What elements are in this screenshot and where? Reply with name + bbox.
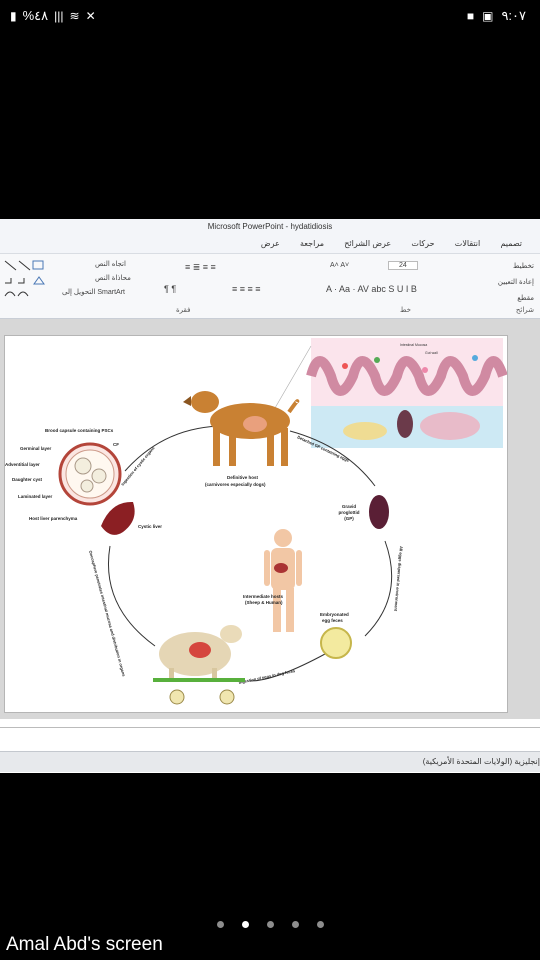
page-dot-2[interactable] — [241, 921, 249, 928]
page-dot-3[interactable] — [266, 921, 274, 928]
layout-button[interactable]: تخطيط — [513, 262, 534, 270]
human-intermediate-host-illustration — [264, 529, 302, 632]
tab-review[interactable]: مراجعة — [300, 235, 324, 253]
hydatid-cyst-illustration — [58, 442, 122, 506]
tab-design[interactable]: تصميم — [500, 235, 522, 253]
page-dot-4[interactable] — [291, 921, 299, 928]
host-liver-label: Host liver parenchyma — [29, 516, 78, 521]
brood-capsule-label: Brood capsule containing PSCs — [45, 428, 114, 433]
image-icon: ▣ — [482, 9, 494, 23]
intermediate-hosts-label: Intermediate hosts — [243, 594, 284, 599]
section-button[interactable]: مقطع — [517, 294, 534, 302]
font-format-buttons[interactable]: A · Aa · AV abc S U I B — [326, 284, 417, 294]
daughter-cyst-label: Daughter cyst — [12, 477, 43, 482]
egg-icon-1 — [169, 689, 185, 705]
hydatidosis-life-cycle-diagram: Intestinal Mucosa Gut wall Brood capsule… — [5, 338, 508, 705]
intestinal-mucosa-inset: Intestinal Mucosa Gut wall — [306, 338, 508, 448]
language-status: إنجليزية (الولايات المتحدة الأمريكية) — [0, 751, 540, 772]
gravid-label-1: Gravid — [342, 504, 357, 509]
align-buttons[interactable]: ≡ ≡ ≡ ≡ — [232, 284, 261, 294]
tab-slideshow[interactable]: عرض الشرائح — [344, 235, 391, 253]
cystic-liver-label: Cystic liver — [138, 524, 162, 529]
gravid-label-2: proglottid — [339, 510, 360, 515]
germinal-layer-label: Germinal layer — [20, 446, 52, 451]
screen-share-caption: Amal Abd's screen — [6, 934, 163, 955]
gut-wall-label: Gut wall — [425, 351, 438, 355]
paragraph-group-label: فقرة — [176, 307, 191, 314]
gravid-label-3: (GP) — [344, 516, 354, 521]
embryonated-egg-illustration — [320, 627, 352, 659]
wifi-icon: ≋ — [69, 9, 80, 23]
embryonated-label-1: Embryonated — [320, 612, 349, 617]
page-dot-5[interactable] — [316, 921, 324, 928]
page-dot-1[interactable] — [216, 921, 224, 928]
battery-percentage: %٤٨ — [22, 8, 49, 23]
rtl-buttons[interactable]: ¶ ¶ — [164, 284, 176, 294]
status-bar: ▮ %٤٨ ||| ≋ ✕ ■ ▣ ٩:٠٧ — [0, 0, 540, 34]
window-title: Microsoft PowerPoint - hydatidiosis — [0, 219, 540, 235]
adventitial-layer-label: Adventitial layer — [5, 462, 40, 467]
oncosphere-label: Oncosphere penetrates intestinal mucosa … — [88, 550, 127, 678]
text-direction-button[interactable]: اتجاه النص — [95, 260, 126, 268]
cystic-liver-illustration — [101, 501, 135, 535]
page-indicator — [0, 921, 540, 928]
ribbon: تخطيط إعادة التعيين مقطع شرائح A˄ A˅ 24 … — [0, 253, 540, 319]
egg-icon-2 — [219, 689, 235, 705]
intermediate-hosts-sub-label: (Sheep & Human) — [245, 600, 283, 605]
tab-view[interactable]: عرض — [261, 235, 280, 253]
embryonated-label-2: egg feces — [322, 618, 343, 623]
intestinal-mucosa-label: Intestinal Mucosa — [400, 343, 427, 347]
tab-animations[interactable]: حركات — [411, 235, 434, 253]
reset-button[interactable]: إعادة التعيين — [498, 278, 534, 286]
smartart-button[interactable]: التحويل إلى SmartArt — [62, 288, 125, 296]
shapes-gallery[interactable] — [2, 258, 48, 298]
status-left: ▮ %٤٨ ||| ≋ ✕ — [10, 8, 96, 24]
definitive-host-sub-label: (carnivores especially dogs) — [205, 482, 266, 487]
font-group-label: خط — [400, 307, 411, 314]
font-size-select[interactable]: 24 — [388, 261, 418, 270]
cf-label: CF — [113, 442, 119, 447]
slides-group-label: شرائح — [515, 307, 534, 314]
laminated-layer-label: Laminated layer — [18, 494, 53, 499]
tab-transitions[interactable]: انتقالات — [455, 235, 480, 253]
clock: ٩:٠٧ — [501, 8, 526, 23]
video-icon: ■ — [466, 9, 475, 23]
signal-icon: ||| — [54, 9, 64, 23]
gravid-proglottid-illustration — [369, 495, 389, 529]
list-buttons[interactable]: ≡ ≣ ≡ ≡ — [185, 262, 216, 273]
slide-canvas: Intestinal Mucosa Gut wall Brood capsule… — [0, 319, 540, 719]
align-text-button[interactable]: محاذاة النص — [95, 274, 131, 282]
font-grow-button[interactable]: A˄ A˅ — [330, 262, 349, 269]
definitive-host-label: Definitive host — [227, 475, 259, 480]
ingestion-eggs-label: Ingestion of eggs in dog feces — [238, 668, 296, 685]
powerpoint-window: Microsoft PowerPoint - hydatidiosis تصمي… — [0, 219, 540, 773]
ribbon-tabs: تصميم انتقالات حركات عرض الشرائح مراجعة … — [0, 235, 540, 253]
slide[interactable]: Intestinal Mucosa Gut wall Brood capsule… — [5, 336, 508, 712]
ingestion-cystic-label: Ingestion of cystic organs — [120, 445, 156, 487]
mute-icon: ✕ — [85, 9, 96, 23]
all-eggs-label: All eggs dispersed in environment — [393, 546, 404, 612]
sheep-intermediate-host-illustration — [153, 625, 245, 682]
status-right: ■ ▣ ٩:٠٧ — [467, 8, 526, 24]
battery-icon: ▮ — [10, 9, 17, 23]
